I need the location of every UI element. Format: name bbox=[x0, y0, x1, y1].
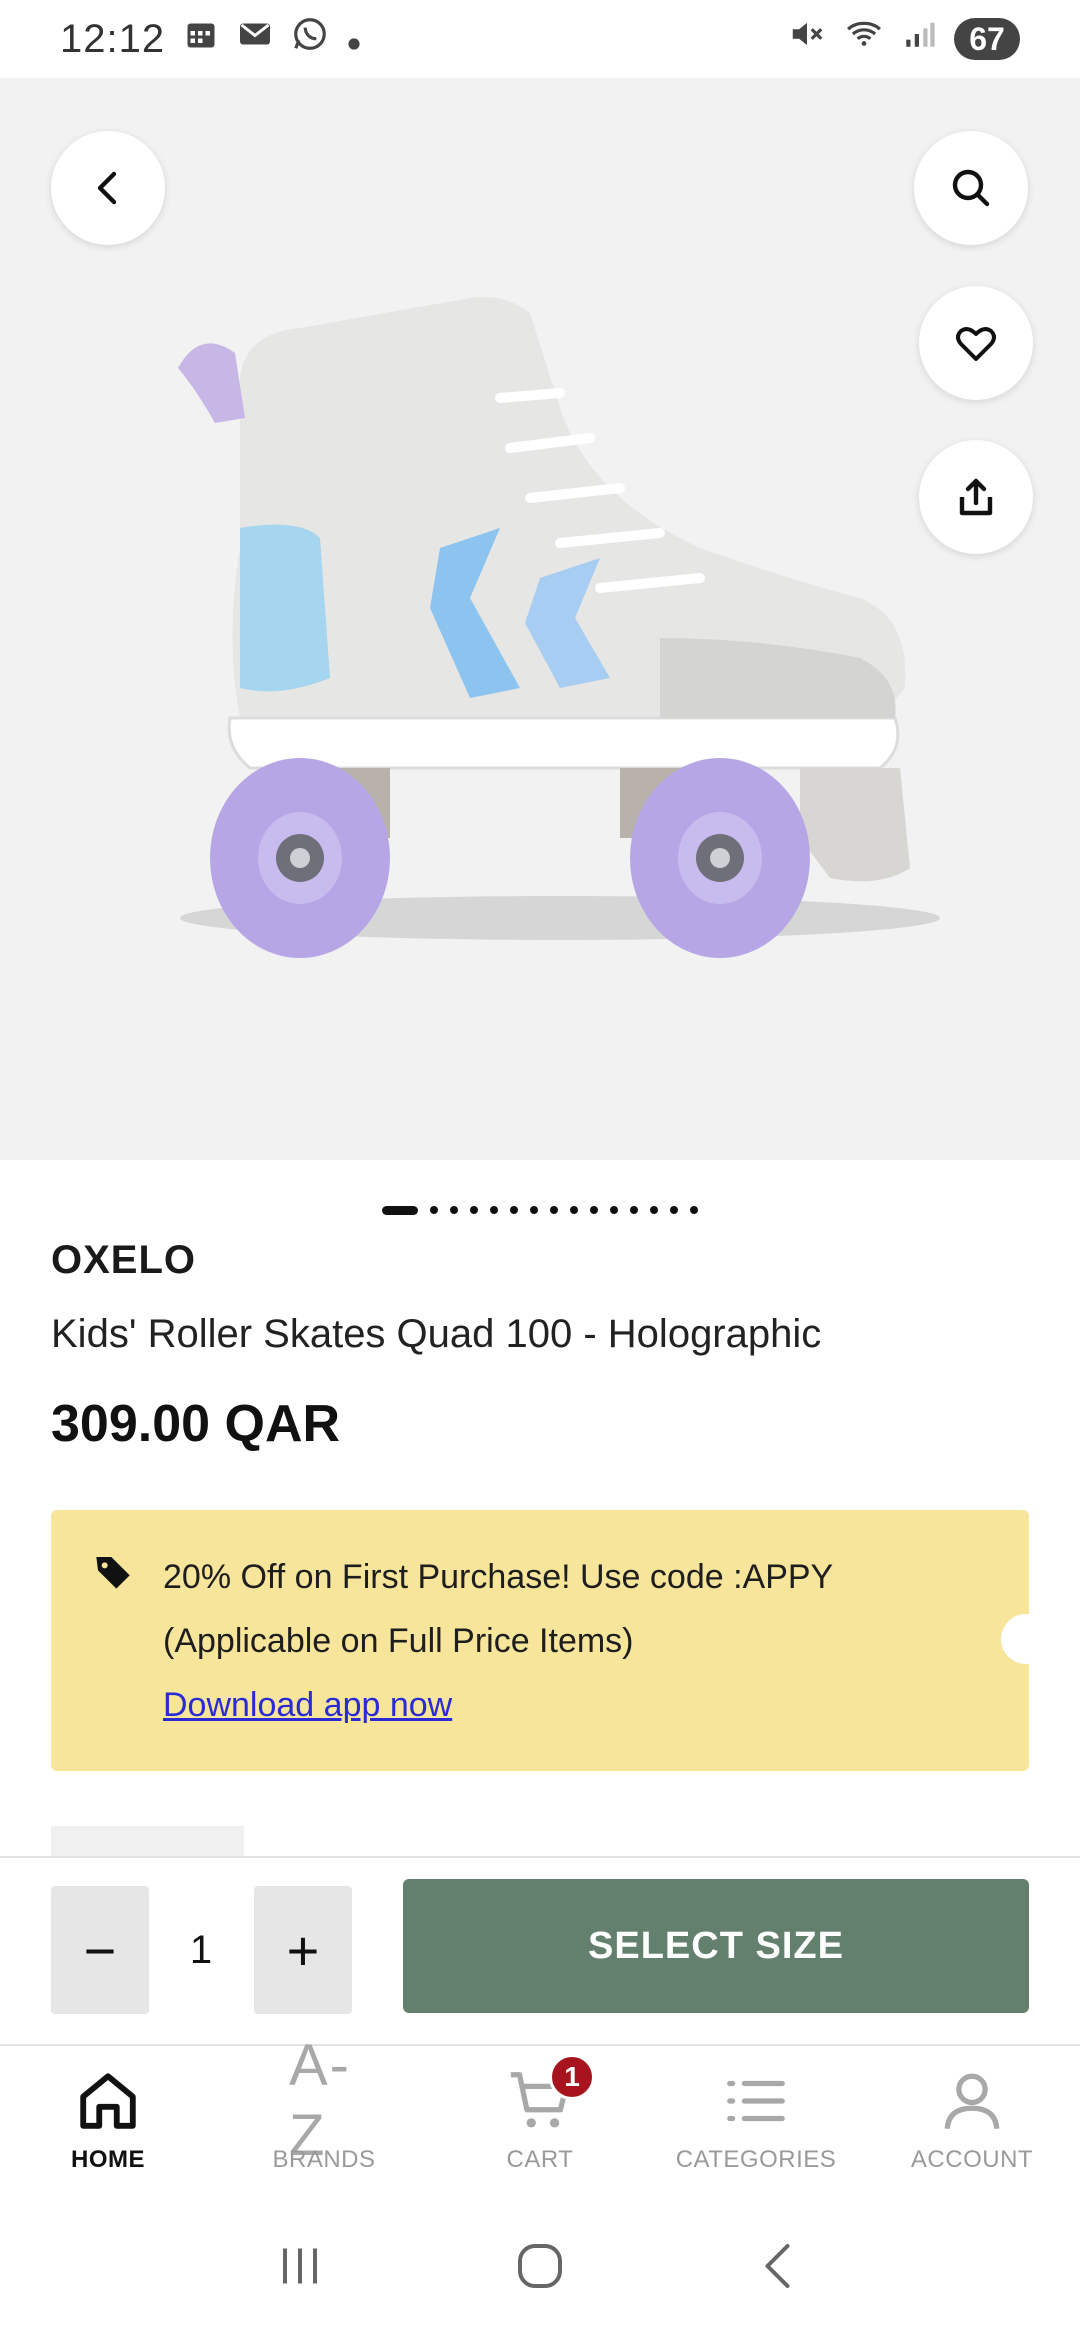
product-title: Kids' Roller Skates Quad 100 - Holograph… bbox=[51, 1312, 822, 1356]
search-icon bbox=[952, 169, 990, 207]
search-button[interactable] bbox=[914, 131, 1028, 245]
product-price: 309.00 QAR bbox=[51, 1395, 341, 1453]
list-icon bbox=[721, 2066, 791, 2136]
download-app-link[interactable]: Download app now bbox=[163, 1686, 452, 1725]
carousel-dot[interactable] bbox=[670, 1206, 678, 1214]
carousel-dot[interactable] bbox=[650, 1206, 658, 1214]
carousel-dot[interactable] bbox=[530, 1206, 538, 1214]
nav-categories[interactable]: CATEGORIES bbox=[648, 2046, 864, 2196]
wishlist-button[interactable] bbox=[919, 286, 1033, 400]
promo-subtext: (Applicable on Full Price Items) bbox=[163, 1622, 634, 1660]
wifi-icon bbox=[844, 15, 884, 63]
share-button[interactable] bbox=[919, 440, 1033, 554]
nav-categories-label: CATEGORIES bbox=[675, 2146, 837, 2173]
purchase-bar: − 1 + SELECT SIZE bbox=[0, 1856, 1080, 2046]
carousel-dot[interactable] bbox=[450, 1206, 458, 1214]
carousel-dot[interactable] bbox=[690, 1206, 698, 1214]
back-arrow-icon bbox=[765, 2243, 790, 2288]
carousel-dot[interactable] bbox=[570, 1206, 578, 1214]
status-left: 12:12 bbox=[60, 15, 361, 63]
nav-brands[interactable]: A-Z BRANDS bbox=[216, 2033, 432, 2196]
share-icon bbox=[959, 478, 993, 516]
promo-text: 20% Off on First Purchase! Use code :APP… bbox=[163, 1558, 834, 1596]
status-bar: 12:12 67 bbox=[0, 0, 1080, 78]
status-time: 12:12 bbox=[60, 16, 166, 61]
signal-icon bbox=[902, 17, 936, 61]
system-navigation bbox=[0, 2196, 1080, 2340]
nav-brands-label: BRANDS bbox=[272, 2146, 376, 2173]
nav-account[interactable]: ACCOUNT bbox=[864, 2046, 1080, 2196]
bottom-navigation: HOME A-Z BRANDS 1 CART CATEGORIES ACCOUN… bbox=[0, 2033, 1080, 2196]
nav-home-label: HOME bbox=[71, 2146, 145, 2173]
cart-badge: 1 bbox=[549, 2054, 595, 2100]
product-image-carousel[interactable] bbox=[0, 78, 1080, 1160]
carousel-dot[interactable] bbox=[490, 1206, 498, 1214]
tag-icon bbox=[96, 1557, 130, 1589]
nav-cart-label: CART bbox=[506, 2146, 574, 2173]
recent-apps-button[interactable] bbox=[270, 2236, 330, 2301]
partially-hidden-tab[interactable] bbox=[51, 1826, 244, 1856]
mute-icon bbox=[788, 15, 826, 63]
quantity-increase-button[interactable]: + bbox=[254, 1886, 352, 2014]
home-circle-icon bbox=[518, 2243, 562, 2288]
nav-home[interactable]: HOME bbox=[0, 2046, 216, 2196]
carousel-dot[interactable] bbox=[470, 1206, 478, 1214]
quantity-value: 1 bbox=[189, 1927, 213, 1972]
carousel-indicator bbox=[0, 1203, 1080, 1217]
a-z-icon: A-Z bbox=[289, 2033, 359, 2168]
home-icon bbox=[73, 2066, 143, 2136]
whatsapp-icon bbox=[291, 15, 329, 63]
back-system-button[interactable] bbox=[750, 2236, 810, 2301]
nav-cart[interactable]: 1 CART bbox=[432, 2046, 648, 2196]
mail-icon bbox=[237, 16, 273, 62]
product-image bbox=[178, 297, 940, 958]
recent-apps-icon bbox=[283, 2248, 317, 2283]
quantity-decrease-button[interactable]: − bbox=[51, 1886, 149, 2014]
status-right: 67 bbox=[788, 15, 1020, 63]
battery-indicator: 67 bbox=[954, 18, 1020, 60]
nav-account-label: ACCOUNT bbox=[910, 2146, 1034, 2173]
dot-icon bbox=[347, 18, 361, 61]
home-system-button[interactable] bbox=[510, 2236, 570, 2301]
chevron-left-icon bbox=[97, 171, 117, 205]
heart-icon bbox=[956, 327, 996, 361]
product-brand[interactable]: OXELO bbox=[51, 1238, 196, 1283]
carousel-dot[interactable] bbox=[630, 1206, 638, 1214]
carousel-dot[interactable] bbox=[430, 1206, 438, 1214]
carousel-dot[interactable] bbox=[510, 1206, 518, 1214]
back-button[interactable] bbox=[51, 131, 165, 245]
user-icon bbox=[937, 2066, 1007, 2136]
carousel-dot[interactable] bbox=[550, 1206, 558, 1214]
promo-notch bbox=[1001, 1614, 1051, 1664]
carousel-dot[interactable] bbox=[590, 1206, 598, 1214]
calendar-icon bbox=[183, 16, 219, 62]
select-size-button[interactable]: SELECT SIZE bbox=[403, 1879, 1029, 2013]
carousel-dot[interactable] bbox=[610, 1206, 618, 1214]
promo-banner: 20% Off on First Purchase! Use code :APP… bbox=[51, 1510, 1051, 1771]
carousel-dot[interactable] bbox=[382, 1205, 418, 1215]
